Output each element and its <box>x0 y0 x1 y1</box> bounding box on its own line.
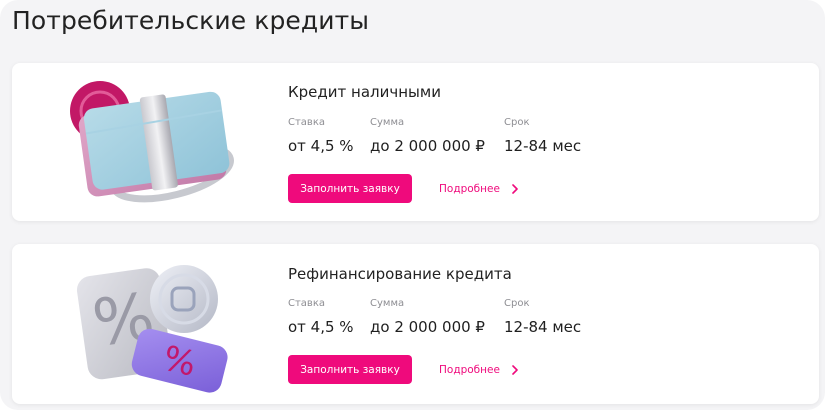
page-title: Потребительские кредиты <box>12 6 370 35</box>
amount-column: Сумма до 2 000 000 ₽ <box>370 298 485 336</box>
rate-value: от 4,5 % <box>288 137 354 155</box>
term-column: Срок 12-84 мес <box>504 298 581 336</box>
term-column: Срок 12-84 мес <box>504 117 581 155</box>
percent-refinance-illustration: % % <box>52 244 252 402</box>
apply-button[interactable]: Заполнить заявку <box>288 174 412 203</box>
term-label: Срок <box>504 298 530 309</box>
card-title: Рефинансирование кредита <box>288 265 512 283</box>
rate-column: Ставка от 4,5 % <box>288 117 354 155</box>
rate-label: Ставка <box>288 298 325 309</box>
amount-label: Сумма <box>370 117 405 128</box>
term-label: Срок <box>504 117 530 128</box>
amount-column: Сумма до 2 000 000 ₽ <box>370 117 485 155</box>
rate-column: Ставка от 4,5 % <box>288 298 354 336</box>
rate-value: от 4,5 % <box>288 318 354 336</box>
loan-card-refinance[interactable]: % % Рефинансирование кредита Ставка от 4… <box>12 244 819 404</box>
more-link[interactable]: Подробнее <box>439 174 520 203</box>
amount-value: до 2 000 000 ₽ <box>370 137 485 155</box>
amount-value: до 2 000 000 ₽ <box>370 318 485 336</box>
chevron-right-icon <box>512 364 518 375</box>
loan-card-cash[interactable]: Кредит наличными Ставка от 4,5 % Сумма д… <box>12 63 819 221</box>
term-value: 12-84 мес <box>504 137 582 155</box>
rate-label: Ставка <box>288 117 325 128</box>
apply-button[interactable]: Заполнить заявку <box>288 355 412 384</box>
amount-label: Сумма <box>370 298 405 309</box>
card-title: Кредит наличными <box>288 83 441 101</box>
more-link-label: Подробнее <box>439 363 500 376</box>
cash-card-illustration <box>52 63 252 221</box>
term-value: 12-84 мес <box>504 318 582 336</box>
more-link-label: Подробнее <box>439 182 500 195</box>
page-frame: Потребительские кредиты Кредит наличными… <box>0 0 825 410</box>
more-link[interactable]: Подробнее <box>439 355 520 384</box>
chevron-right-icon <box>512 183 518 194</box>
